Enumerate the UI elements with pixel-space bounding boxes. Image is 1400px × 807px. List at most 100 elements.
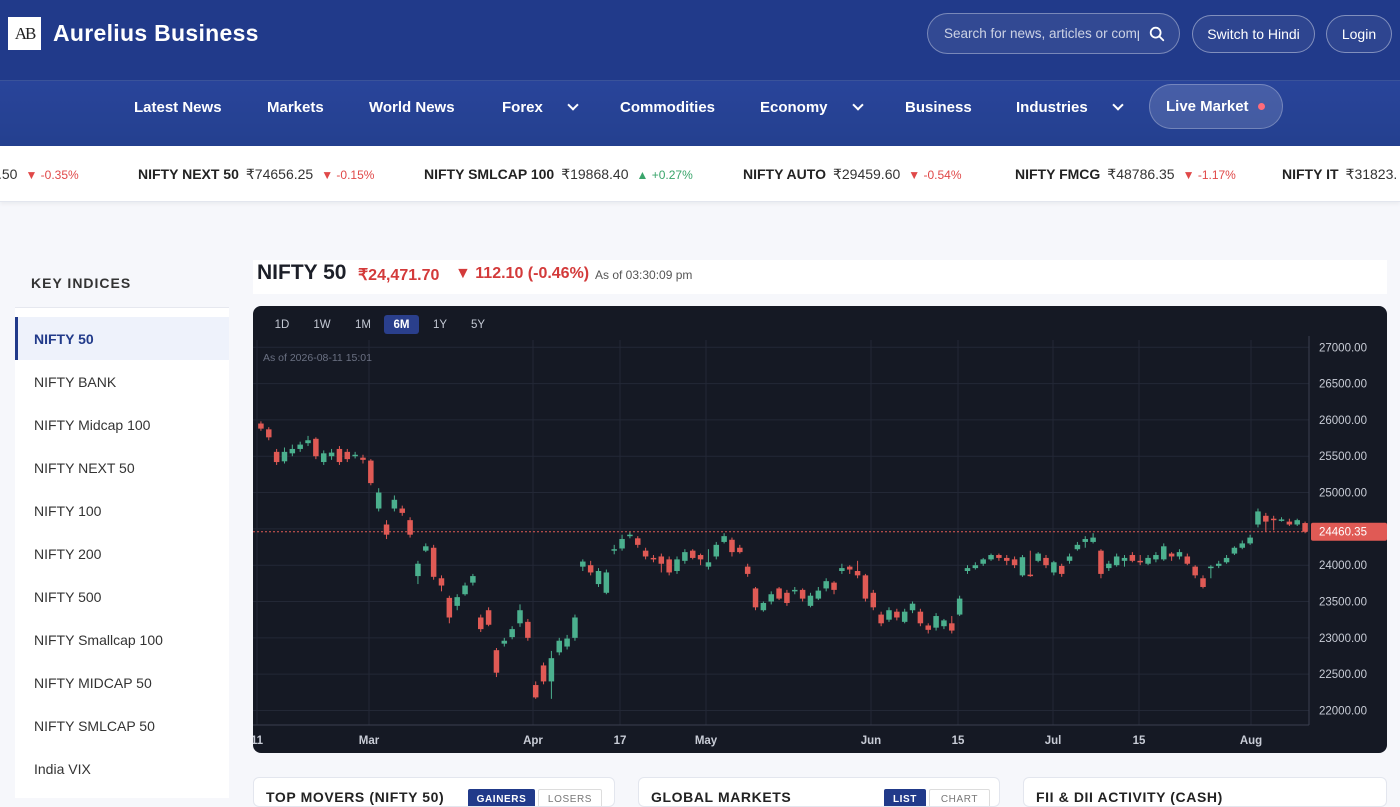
index-item-nifty-midcap-100[interactable]: NIFTY Midcap 100 bbox=[15, 403, 229, 446]
candle-body bbox=[297, 444, 303, 449]
search-icon[interactable] bbox=[1148, 25, 1166, 43]
candle-body bbox=[564, 638, 570, 647]
candle-body bbox=[925, 625, 931, 630]
candlestick-chart[interactable]: 27000.00 26500.00 26000.00 25500.00 25000.00… bbox=[253, 306, 1387, 753]
candle-body bbox=[407, 520, 413, 535]
ticker-item[interactable]: .50 ▼ -0.35% bbox=[0, 166, 79, 182]
ticker-item[interactable]: NIFTY AUTO ₹29459.60 ▼ -0.54% bbox=[743, 166, 962, 183]
search-input[interactable] bbox=[944, 26, 1139, 41]
nav-latest-news[interactable]: Latest News bbox=[134, 97, 222, 117]
index-item-nifty-100[interactable]: NIFTY 100 bbox=[15, 489, 229, 532]
ticker-value: ₹19868.40 bbox=[561, 166, 629, 182]
index-name: NIFTY 50 bbox=[257, 261, 347, 284]
candle-body bbox=[1058, 565, 1065, 574]
candle-body bbox=[909, 603, 916, 611]
candle-body bbox=[1176, 552, 1183, 557]
tab-gainers[interactable]: GAINERS bbox=[468, 789, 535, 806]
ticker-change: ▲ +0.27% bbox=[636, 168, 693, 182]
candle-body bbox=[1027, 574, 1034, 577]
candle-body bbox=[980, 559, 986, 564]
nav-markets[interactable]: Markets bbox=[267, 97, 324, 117]
candle-body bbox=[485, 610, 492, 625]
candle-body bbox=[1082, 539, 1089, 542]
candle-body bbox=[320, 453, 327, 463]
candle-body bbox=[509, 629, 515, 638]
index-item-nifty-500[interactable]: NIFTY 500 bbox=[15, 575, 229, 618]
index-item-nifty-bank[interactable]: NIFTY BANK bbox=[15, 360, 229, 403]
candle-body bbox=[901, 611, 908, 622]
nav-forex[interactable]: Forex bbox=[502, 97, 579, 117]
candle-body bbox=[642, 550, 649, 557]
index-item-nifty-50[interactable]: NIFTY 50 bbox=[15, 317, 229, 360]
nav-industries[interactable]: Industries bbox=[1016, 97, 1124, 117]
index-item-nifty-smallcap-100[interactable]: NIFTY Smallcap 100 bbox=[15, 618, 229, 661]
nav-economy-label: Economy bbox=[760, 98, 828, 116]
ticker-change: ▼ -0.35% bbox=[25, 168, 79, 182]
x-tick-label: 11 bbox=[253, 735, 264, 747]
fii-dii-title: FII & DII ACTIVITY (CASH) bbox=[1036, 789, 1223, 805]
y-tick-label: 25000.00 bbox=[1319, 488, 1367, 500]
switch-language-button[interactable]: Switch to Hindi bbox=[1192, 15, 1315, 53]
candle-body bbox=[917, 611, 924, 624]
ticker-item[interactable]: NIFTY SMLCAP 100 ₹19868.40 ▲ +0.27% bbox=[424, 166, 693, 183]
candle-body bbox=[776, 588, 782, 599]
candle-body bbox=[1161, 546, 1167, 560]
ticker-change: ▼ -0.54% bbox=[908, 168, 962, 182]
candle-body bbox=[273, 451, 280, 463]
tab-list[interactable]: LIST bbox=[884, 789, 926, 806]
top-movers-title: TOP MOVERS (NIFTY 50) bbox=[266, 789, 445, 805]
ticker-item[interactable]: NIFTY FMCG ₹48786.35 ▼ -1.17% bbox=[1015, 166, 1236, 183]
login-button[interactable]: Login bbox=[1326, 15, 1392, 53]
search-box[interactable] bbox=[927, 13, 1180, 54]
index-item-nifty-smlcap-50[interactable]: NIFTY SMLCAP 50 bbox=[15, 704, 229, 747]
candle-body bbox=[792, 589, 798, 592]
candle-body bbox=[1294, 520, 1300, 525]
chevron-down-icon[interactable] bbox=[851, 98, 864, 111]
brand-logo[interactable]: AB bbox=[8, 17, 41, 50]
chart-watermark: As of 2026-08-11 15:01 bbox=[263, 352, 372, 364]
candle-body bbox=[595, 571, 602, 585]
nav-economy[interactable]: Economy bbox=[760, 97, 864, 117]
candle-body bbox=[289, 448, 296, 454]
ticker-name: NIFTY NEXT 50 bbox=[138, 166, 239, 182]
candle-body bbox=[1121, 557, 1128, 561]
candle-body bbox=[501, 640, 508, 644]
candle-body bbox=[650, 557, 657, 560]
candle-body bbox=[556, 640, 563, 653]
x-tick-label: Aug bbox=[1240, 735, 1262, 747]
candle-body bbox=[996, 555, 1002, 558]
index-item-india-vix[interactable]: India VIX bbox=[15, 747, 229, 790]
index-item-nifty-midcap-50[interactable]: NIFTY MIDCAP 50 bbox=[15, 661, 229, 704]
x-tick-label: 15 bbox=[1133, 735, 1146, 747]
y-tick-label: 23500.00 bbox=[1319, 597, 1367, 609]
ticker-value: ₹48786.35 bbox=[1107, 166, 1175, 182]
ticker-item[interactable]: NIFTY NEXT 50 ₹74656.25 ▼ -0.15% bbox=[138, 166, 374, 183]
candle-body bbox=[1106, 563, 1112, 569]
candle-body bbox=[1113, 556, 1120, 566]
tab-chart[interactable]: CHART bbox=[929, 789, 990, 806]
index-item-nifty-next-50[interactable]: NIFTY NEXT 50 bbox=[15, 446, 229, 489]
quote-header: NIFTY 50 ₹24,471.70 ▼ 112.10 (-0.46%) As… bbox=[253, 260, 1387, 294]
candle-body bbox=[1043, 557, 1049, 566]
candle-body bbox=[972, 565, 979, 569]
ticker-name: NIFTY AUTO bbox=[743, 166, 826, 182]
nav-world-news[interactable]: World News bbox=[369, 97, 455, 117]
candle-body bbox=[1239, 543, 1246, 548]
nav-business[interactable]: Business bbox=[905, 97, 972, 117]
brand-name[interactable]: Aurelius Business bbox=[53, 20, 259, 47]
candle-body bbox=[705, 562, 712, 567]
y-tick-label: 22000.00 bbox=[1319, 705, 1367, 717]
chevron-down-icon[interactable] bbox=[567, 98, 579, 111]
candle-body bbox=[587, 565, 594, 573]
live-market-button[interactable]: Live Market bbox=[1149, 84, 1283, 129]
nav-commodities[interactable]: Commodities bbox=[620, 97, 715, 117]
candle-body bbox=[862, 575, 869, 599]
ticker-item[interactable]: NIFTY IT ₹31823. bbox=[1282, 166, 1400, 183]
chevron-down-icon[interactable] bbox=[1112, 98, 1124, 111]
candle-body bbox=[894, 611, 900, 618]
tab-losers[interactable]: LOSERS bbox=[538, 789, 602, 806]
candle-body bbox=[1145, 557, 1151, 564]
candle-body bbox=[454, 597, 460, 606]
index-item-nifty-200[interactable]: NIFTY 200 bbox=[15, 532, 229, 575]
candle-body bbox=[682, 552, 688, 561]
